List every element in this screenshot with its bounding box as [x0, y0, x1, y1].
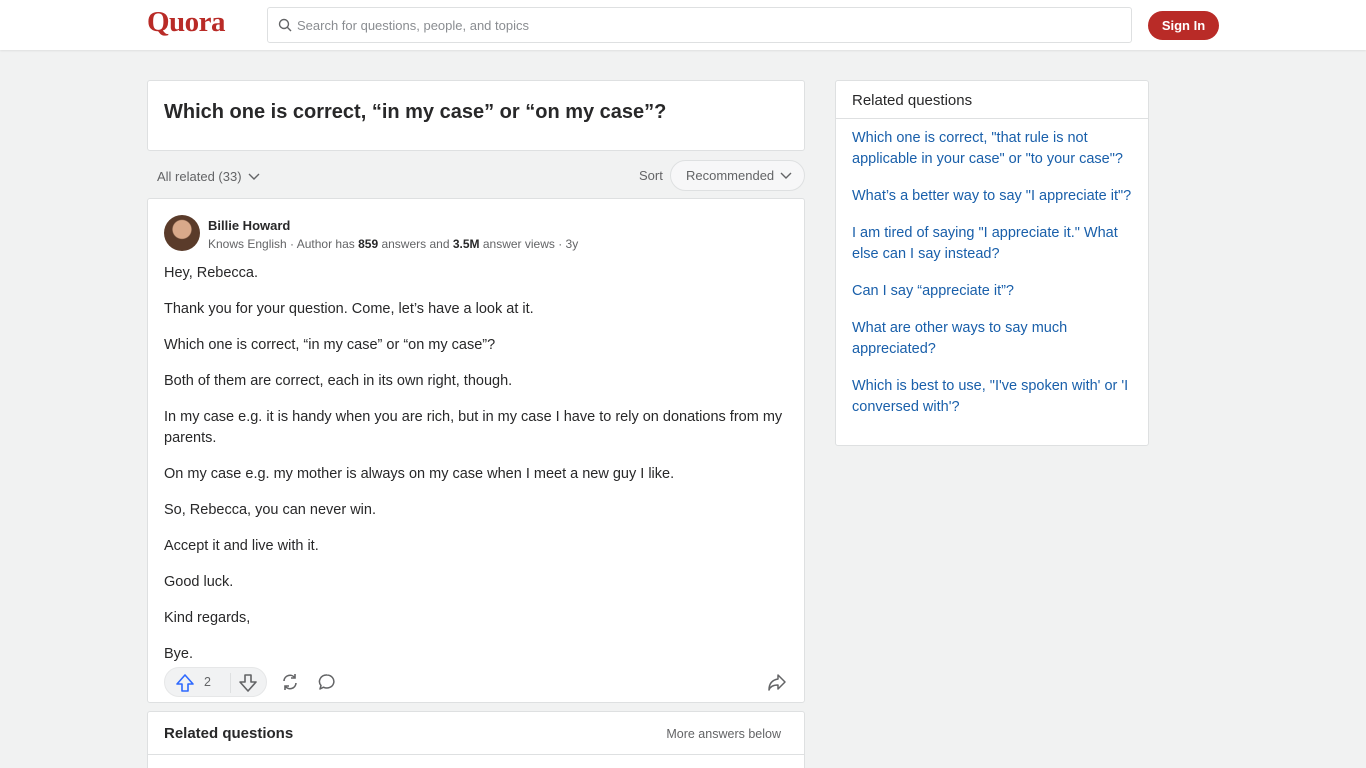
upvote-icon[interactable]	[175, 673, 195, 693]
chevron-down-icon	[780, 172, 792, 179]
sort-value: Recommended	[686, 168, 775, 183]
related-question-item: Which one is correct, "that rule is not …	[852, 128, 1137, 170]
answer-actions: 2	[164, 667, 789, 697]
answer-count: 859	[358, 237, 379, 251]
question-card: Which one is correct, “in my case” or “o…	[147, 80, 805, 151]
sidebar-title: Related questions	[852, 92, 973, 109]
avatar[interactable]	[164, 215, 200, 251]
related-question-item: I am tired of saying "I appreciate it." …	[852, 223, 1137, 265]
answer-paragraph: Hey, Rebecca.	[164, 265, 259, 281]
answer-paragraph: Good luck.	[164, 574, 234, 590]
chevron-down-icon	[248, 173, 260, 180]
search-input[interactable]	[297, 8, 1117, 42]
vote-pill: 2	[164, 667, 267, 697]
sidebar-related-questions: Related questions Which one is correct, …	[835, 80, 1149, 446]
credential-suffix: answer views · 3y	[479, 237, 579, 251]
search-icon	[278, 18, 292, 32]
related-question-list: Which one is correct, "that rule is not …	[852, 128, 1137, 434]
more-answers-link[interactable]: More answers below	[666, 727, 781, 741]
answer-paragraph: Both of them are correct, each in its ow…	[164, 373, 513, 389]
related-question-item: Can I say “appreciate it”?	[852, 281, 1137, 302]
related-question-link[interactable]: I am tired of saying "I appreciate it." …	[852, 225, 1118, 262]
author-name[interactable]: Billie Howard	[208, 218, 290, 233]
all-related-dropdown[interactable]: All related (33)	[157, 169, 260, 184]
related-questions-card: Related questions More answers below	[147, 711, 805, 768]
all-related-label: All related (33)	[157, 169, 242, 184]
related-question-item: What’s a better way to say "I appreciate…	[852, 186, 1137, 207]
related-question-link[interactable]: Can I say “appreciate it”?	[852, 283, 1014, 299]
answer-paragraph: Kind regards,	[164, 610, 251, 626]
related-question-link[interactable]: Which one is correct, "that rule is not …	[852, 128, 1137, 170]
top-header: Quora Sign In	[0, 0, 1366, 50]
answer-card: Billie Howard Knows English · Author has…	[147, 198, 805, 703]
sort-dropdown[interactable]: Recommended	[670, 160, 805, 191]
upvote-count: 2	[204, 675, 211, 689]
related-question-item: What are other ways to say much apprecia…	[852, 318, 1137, 360]
author-credential: Knows English · Author has 859 answers a…	[208, 237, 578, 251]
view-count: 3.5M	[452, 237, 480, 251]
related-question-link[interactable]: What are other ways to say much apprecia…	[852, 320, 1067, 357]
answer-paragraph: So, Rebecca, you can never win.	[164, 502, 376, 518]
answer-paragraph: Which one is correct, “in my case” or “o…	[164, 337, 496, 353]
answer-paragraph: On my case e.g. my mother is always on m…	[164, 466, 675, 482]
sort-label: Sort	[639, 168, 663, 183]
question-title: Which one is correct, “in my case” or “o…	[164, 101, 667, 123]
reshare-icon[interactable]	[280, 672, 300, 692]
related-questions-title: Related questions	[164, 725, 294, 742]
related-question-item: Which is best to use, "I've spoken with'…	[852, 376, 1137, 418]
downvote-icon[interactable]	[238, 673, 258, 693]
answer-paragraph: Bye.	[164, 646, 194, 662]
sidebar-header: Related questions	[836, 81, 1148, 119]
related-questions-header: Related questions More answers below	[148, 712, 804, 755]
related-question-link[interactable]: Which is best to use, "I've spoken with'…	[852, 378, 1128, 415]
answer-paragraph: Accept it and live with it.	[164, 538, 319, 554]
share-icon[interactable]	[767, 672, 787, 692]
comment-icon[interactable]	[318, 673, 336, 691]
vote-divider	[230, 673, 231, 693]
credential-prefix: Knows English · Author has	[208, 237, 359, 251]
quora-logo[interactable]: Quora	[147, 6, 226, 39]
credential-mid: answers and	[378, 237, 453, 251]
answer-paragraph: In my case e.g. it is handy when you are…	[164, 409, 783, 446]
sign-in-button[interactable]: Sign In	[1148, 11, 1219, 40]
filter-bar: All related (33) Sort Recommended	[147, 160, 805, 192]
search-bar[interactable]	[267, 7, 1132, 43]
answer-paragraph: Thank you for your question. Come, let’s…	[164, 301, 534, 317]
answer-body: Hey, Rebecca. Thank you for your questio…	[164, 263, 789, 680]
related-question-link[interactable]: What’s a better way to say "I appreciate…	[852, 188, 1131, 204]
